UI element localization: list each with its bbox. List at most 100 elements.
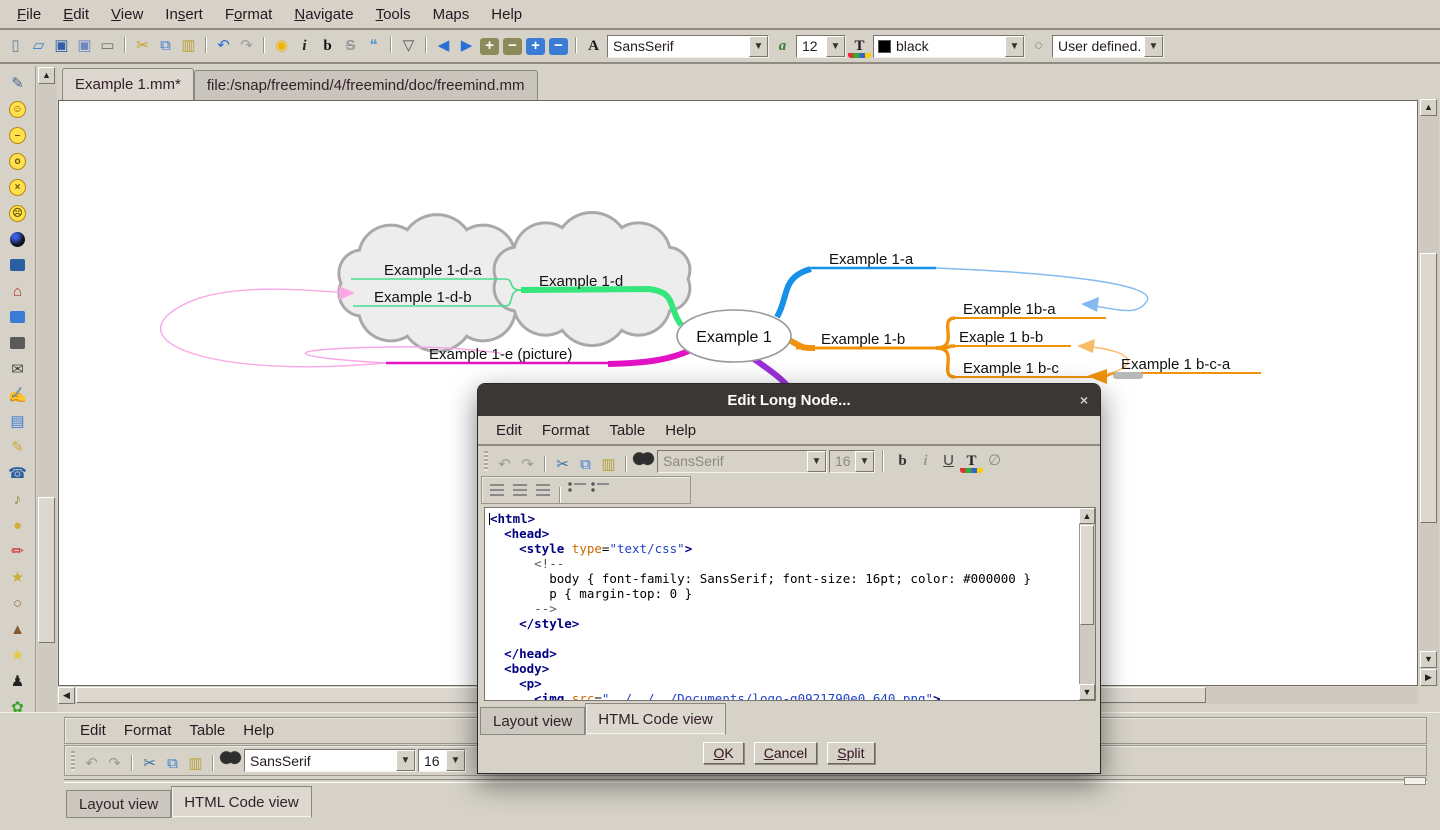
align-center-icon[interactable] xyxy=(508,477,531,500)
bullet-list-icon[interactable] xyxy=(566,477,589,500)
canvas-scroll-left-icon[interactable]: ◀ xyxy=(58,687,75,704)
mailbox-icon[interactable] xyxy=(5,330,31,356)
canvas-vscrollbar[interactable]: ▲ ▼ ▶ xyxy=(1419,98,1439,686)
sidebar-scroll-up-icon[interactable]: ▲ xyxy=(38,67,55,84)
strikethrough-icon[interactable]: S xyxy=(339,35,362,58)
fold-icon[interactable]: − xyxy=(503,37,522,55)
zoom-in-icon[interactable]: + xyxy=(526,37,545,55)
node-1bc-label[interactable]: Example 1 b-c xyxy=(963,360,1059,377)
tab-layout-view[interactable]: Layout view xyxy=(480,707,586,735)
canvas-scroll-down-icon[interactable]: ▼ xyxy=(1420,651,1437,668)
node-1e-label[interactable]: Example 1-e (picture) xyxy=(429,346,572,363)
font-size-select[interactable]: 12 ▼ xyxy=(796,34,846,58)
cut-icon[interactable]: ✂ xyxy=(131,35,154,58)
underline-icon[interactable]: U xyxy=(937,450,960,473)
menu-help[interactable]: Help xyxy=(655,420,706,441)
menu-navigate[interactable]: Navigate xyxy=(283,3,364,26)
menu-insert[interactable]: Insert xyxy=(154,3,214,26)
splitter-handle[interactable] xyxy=(1404,777,1426,785)
home-icon[interactable]: ⌂ xyxy=(5,278,31,304)
panel-splitter[interactable] xyxy=(64,779,1427,783)
dialog-font-dropdown-icon[interactable]: ▼ xyxy=(807,450,826,472)
font-size-increase-icon[interactable]: a xyxy=(771,35,794,58)
note-font-size-dropdown-icon[interactable]: ▼ xyxy=(446,750,465,771)
magnifier-icon[interactable]: ○ xyxy=(5,590,31,616)
back-icon[interactable]: ◀ xyxy=(432,35,455,58)
smiley-oh-icon[interactable]: o xyxy=(5,148,31,174)
node-root-label[interactable]: Example 1 xyxy=(696,329,772,346)
zoom-dropdown-icon[interactable]: ▼ xyxy=(1144,35,1163,57)
key-icon[interactable]: ● xyxy=(5,512,31,538)
list-icon[interactable]: ▤ xyxy=(5,408,31,434)
menu-tools[interactable]: Tools xyxy=(365,3,422,26)
copy-icon[interactable]: ⧉ xyxy=(161,753,184,776)
toolbar-gripper[interactable] xyxy=(484,451,488,471)
node-1db-label[interactable]: Example 1-d-b xyxy=(374,289,472,306)
italic-icon[interactable]: i xyxy=(914,450,937,473)
open-map-icon[interactable]: ▱ xyxy=(27,35,50,58)
copy-icon[interactable]: ⧉ xyxy=(574,454,597,477)
cut-icon[interactable]: ✂ xyxy=(551,454,574,477)
smiley-happy-icon[interactable]: ☺ xyxy=(5,96,31,122)
node-1d-label[interactable]: Example 1-d xyxy=(539,273,623,290)
tab-file-snap-freemind-4-freemind-doc-freemind-mm[interactable]: file:/snap/freemind/4/freemind/doc/freem… xyxy=(193,70,538,100)
smiley-neutral-icon[interactable]: – xyxy=(5,122,31,148)
redo-icon[interactable]: ↷ xyxy=(516,454,539,477)
zoom-out-icon[interactable]: − xyxy=(549,37,568,55)
star-icon[interactable]: ★ xyxy=(5,642,31,668)
toolbar-gripper[interactable] xyxy=(71,750,75,771)
font-color-icon[interactable]: A xyxy=(582,35,605,58)
print-icon[interactable]: ▭ xyxy=(96,35,119,58)
italic-icon[interactable]: i xyxy=(293,35,316,58)
bell-icon[interactable]: ▲ xyxy=(5,616,31,642)
dialog-titlebar[interactable]: Edit Long Node... × xyxy=(478,384,1100,416)
canvas-scroll-up-icon[interactable]: ▲ xyxy=(1420,99,1437,116)
note-icon[interactable]: ✎ xyxy=(5,434,31,460)
redo-icon[interactable]: ↷ xyxy=(103,753,126,776)
numbered-list-icon[interactable] xyxy=(589,477,612,500)
envelope-icon[interactable]: ✉ xyxy=(5,356,31,382)
menu-file[interactable]: File xyxy=(6,3,52,26)
tab-html-code-view[interactable]: HTML Code view xyxy=(585,703,726,735)
paste-icon[interactable]: ▥ xyxy=(177,35,200,58)
font-size-dropdown-icon[interactable]: ▼ xyxy=(826,35,845,57)
paste-icon[interactable]: ▥ xyxy=(597,454,620,477)
font-color-icon[interactable]: T xyxy=(960,449,983,473)
node-1a-label[interactable]: Example 1-a xyxy=(829,251,914,268)
node-color-icon[interactable]: T xyxy=(848,34,871,58)
no-format-icon[interactable]: ∅ xyxy=(983,450,1006,473)
menu-maps[interactable]: Maps xyxy=(422,3,481,26)
idea-icon[interactable]: ◉ xyxy=(270,35,293,58)
pencil-icon[interactable]: ✎ xyxy=(5,70,31,96)
cut-icon[interactable]: ✂ xyxy=(138,753,161,776)
penguin-icon[interactable]: ♟ xyxy=(5,668,31,694)
new-map-icon[interactable]: ▯ xyxy=(4,35,27,58)
hand-sculpture-icon[interactable]: ✍ xyxy=(5,382,31,408)
cloud-bubble-icon[interactable]: ❝ xyxy=(362,35,385,58)
menu-table[interactable]: Table xyxy=(180,720,234,741)
filter-icon[interactable]: ▽ xyxy=(397,35,420,58)
node-1b-label[interactable]: Example 1-b xyxy=(821,331,905,348)
node-1ba-label[interactable]: Example 1b-a xyxy=(963,301,1056,318)
zoom-select[interactable]: User defined. ▼ xyxy=(1052,34,1164,58)
menu-format[interactable]: Format xyxy=(214,3,284,26)
phone-icon[interactable]: ☎ xyxy=(5,460,31,486)
align-left-icon[interactable] xyxy=(485,477,508,500)
node-color-dropdown-icon[interactable]: ▼ xyxy=(1005,35,1024,57)
align-right-icon[interactable] xyxy=(531,477,554,500)
dialog-font-size-dropdown-icon[interactable]: ▼ xyxy=(855,450,874,472)
sidebar-scroll-thumb[interactable] xyxy=(38,497,55,643)
briefcase-icon[interactable] xyxy=(5,252,31,278)
ok-button[interactable]: OK xyxy=(703,742,744,764)
menu-edit[interactable]: Edit xyxy=(486,420,532,441)
html-code-text[interactable]: <html> <head> <style type="text/css"> <!… xyxy=(486,508,1078,700)
tab-layout-view[interactable]: Layout view xyxy=(66,790,172,818)
wand-icon[interactable]: ★ xyxy=(5,564,31,590)
node-1da-label[interactable]: Example 1-d-a xyxy=(384,262,482,279)
note-font-family-select[interactable]: SansSerif ▼ xyxy=(244,749,416,772)
menu-edit[interactable]: Edit xyxy=(52,3,100,26)
note-font-size-select[interactable]: 16 ▼ xyxy=(418,749,466,772)
menu-edit[interactable]: Edit xyxy=(71,720,115,741)
canvas-scroll-right-icon[interactable]: ▶ xyxy=(1420,669,1437,686)
smiley-sad-icon[interactable]: ☹ xyxy=(5,200,31,226)
